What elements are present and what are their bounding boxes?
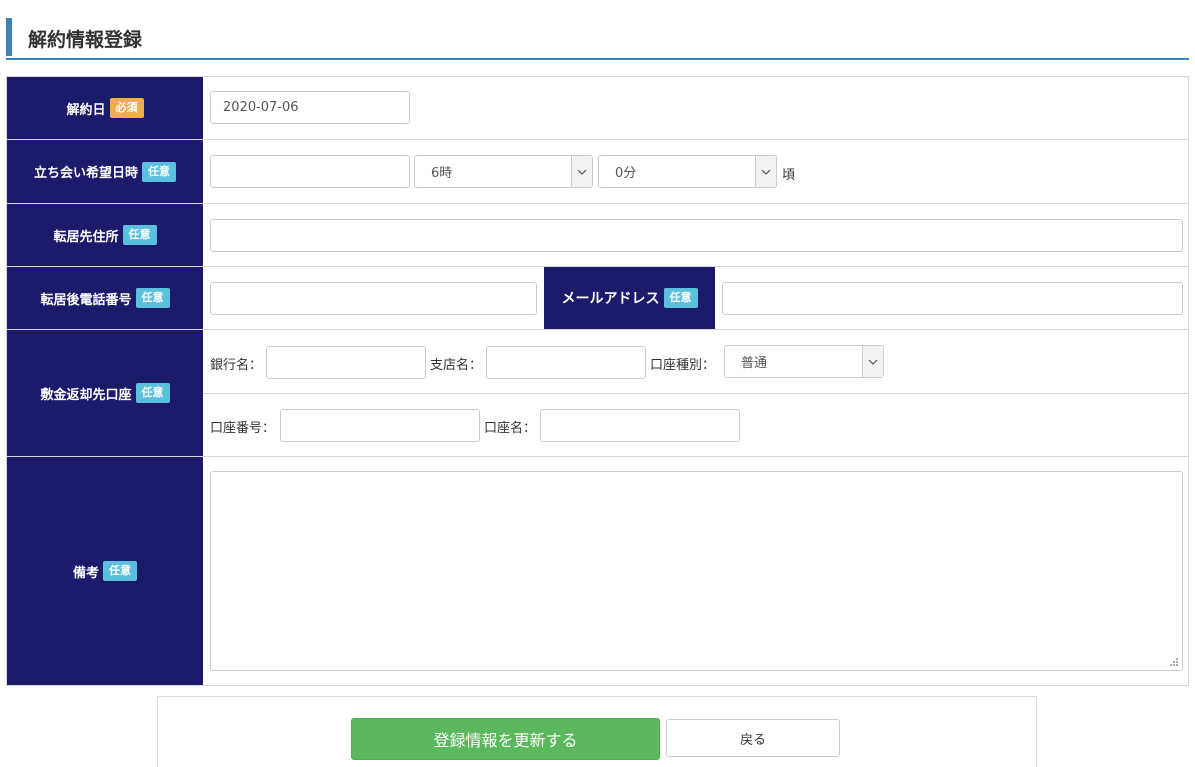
bank-name-label: 銀行名： xyxy=(210,358,263,373)
visit-datetime-label: 立ち会い希望日時 xyxy=(33,166,138,181)
header-accent-bar xyxy=(6,18,12,56)
visit-hour-select[interactable]: 6時 xyxy=(414,155,593,188)
visit-minute-value: 0分 xyxy=(615,166,637,181)
row-remarks: 備考 任意 xyxy=(7,457,1188,685)
row-phone-email: 転居後電話番号 任意 メールアドレス 任意 xyxy=(7,267,1188,330)
visit-hour-value: 6時 xyxy=(431,166,453,181)
account-holder-label: 口座名： xyxy=(484,421,537,436)
visit-datetime-header: 立ち会い希望日時 任意 xyxy=(7,140,203,203)
page-title: 解約情報登録 xyxy=(28,29,143,51)
email-input[interactable] xyxy=(722,282,1183,315)
new-phone-label: 転居後電話番号 xyxy=(40,292,132,308)
optional-badge: 任意 xyxy=(663,288,698,308)
new-address-label: 転居先住所 xyxy=(53,229,119,245)
row-new-address: 転居先住所 任意 xyxy=(7,204,1188,267)
optional-badge: 任意 xyxy=(135,288,170,308)
optional-badge: 任意 xyxy=(135,383,170,403)
required-badge: 必須 xyxy=(109,98,144,118)
branch-name-label: 支店名： xyxy=(430,358,483,373)
update-registration-button[interactable]: 登録情報を更新する xyxy=(351,718,660,760)
contract-cancel-form: 解約日 必須 2020-07-06 立ち会い希望日時 任意 6時 0分 頃 転居… xyxy=(6,76,1189,686)
new-phone-input[interactable] xyxy=(210,282,537,315)
visit-date-input[interactable] xyxy=(210,155,410,188)
account-holder-input[interactable] xyxy=(540,409,740,442)
new-address-header: 転居先住所 任意 xyxy=(7,204,203,266)
cancel-date-header: 解約日 必須 xyxy=(7,77,203,139)
cancel-date-input[interactable]: 2020-07-06 xyxy=(210,91,410,124)
account-number-label: 口座番号： xyxy=(210,421,276,436)
branch-name-input[interactable] xyxy=(486,346,646,379)
chevron-down-icon xyxy=(862,346,883,377)
visit-minute-select[interactable]: 0分 xyxy=(598,155,777,188)
account-number-input[interactable] xyxy=(280,409,480,442)
chevron-down-icon xyxy=(755,156,776,187)
cancel-date-label: 解約日 xyxy=(66,102,106,118)
page-header: 解約情報登録 xyxy=(6,18,1189,60)
cancel-date-value: 2020-07-06 xyxy=(223,100,299,115)
account-type-select[interactable]: 普通 xyxy=(724,345,884,378)
remarks-textarea[interactable] xyxy=(210,471,1183,671)
remarks-header: 備考 任意 xyxy=(7,457,203,685)
optional-badge: 任意 xyxy=(122,225,157,245)
account-type-label: 口座種別： xyxy=(650,358,716,373)
resize-grip-icon[interactable] xyxy=(1169,657,1178,666)
row-visit-datetime: 立ち会い希望日時 任意 6時 0分 頃 xyxy=(7,140,1188,204)
form-actions: 登録情報を更新する 戻る xyxy=(157,696,1037,767)
new-address-input[interactable] xyxy=(210,219,1183,252)
refund-account-header: 敷金返却先口座 任意 xyxy=(7,330,203,456)
refund-account-label: 敷金返却先口座 xyxy=(40,387,132,403)
optional-badge: 任意 xyxy=(103,561,137,581)
optional-badge: 任意 xyxy=(142,161,176,182)
new-phone-header: 転居後電話番号 任意 xyxy=(7,267,203,329)
chevron-down-icon xyxy=(571,156,592,187)
row-refund-account: 敷金返却先口座 任意 銀行名： 支店名： 口座種別： 普通 口座番号： 口座名： xyxy=(7,330,1188,457)
back-button[interactable]: 戻る xyxy=(666,719,840,757)
email-label: メールアドレス xyxy=(561,291,660,307)
refund-account-divider xyxy=(203,393,1188,394)
bank-name-input[interactable] xyxy=(266,346,426,379)
visit-time-suffix: 頃 xyxy=(782,168,796,183)
account-type-value: 普通 xyxy=(741,356,768,371)
remarks-label: 備考 xyxy=(72,565,99,581)
row-cancel-date: 解約日 必須 2020-07-06 xyxy=(7,77,1188,140)
email-header: メールアドレス 任意 xyxy=(544,267,715,329)
